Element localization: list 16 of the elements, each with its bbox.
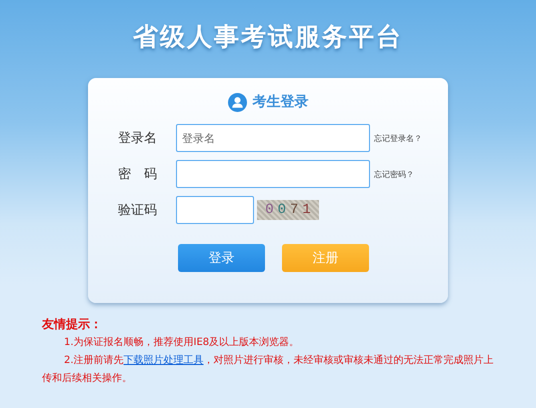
- forgot-link[interactable]: 忘记登录名？: [374, 132, 422, 144]
- username-field[interactable]: 登录名: [176, 124, 370, 152]
- login-button[interactable]: 登录: [178, 244, 265, 272]
- field-label: 登录名: [118, 130, 158, 147]
- captcha-field[interactable]: [176, 196, 254, 224]
- field-label: 密 码: [118, 166, 158, 183]
- password-field[interactable]: [176, 160, 370, 188]
- notice-text: 1.为保证报名顺畅，推荐使用IE8及以上版本浏览器。: [63, 336, 300, 350]
- login-title: 考生登录: [252, 93, 308, 111]
- user-icon: [228, 92, 246, 112]
- page-title: 省级人事考试服务平台: [133, 21, 403, 53]
- forgot-link[interactable]: 忘记密码？: [374, 168, 414, 180]
- notice-text: 2.注册前请先下载照片处理工具，对照片进行审核，未经审核或审核未通过的无法正常完成照片上传和后续相关操作。: [42, 354, 494, 386]
- download-link[interactable]: 下载照片处理工具: [124, 355, 204, 366]
- field-label: 验证码: [118, 202, 158, 219]
- notice-title: 友情提示：: [42, 316, 103, 333]
